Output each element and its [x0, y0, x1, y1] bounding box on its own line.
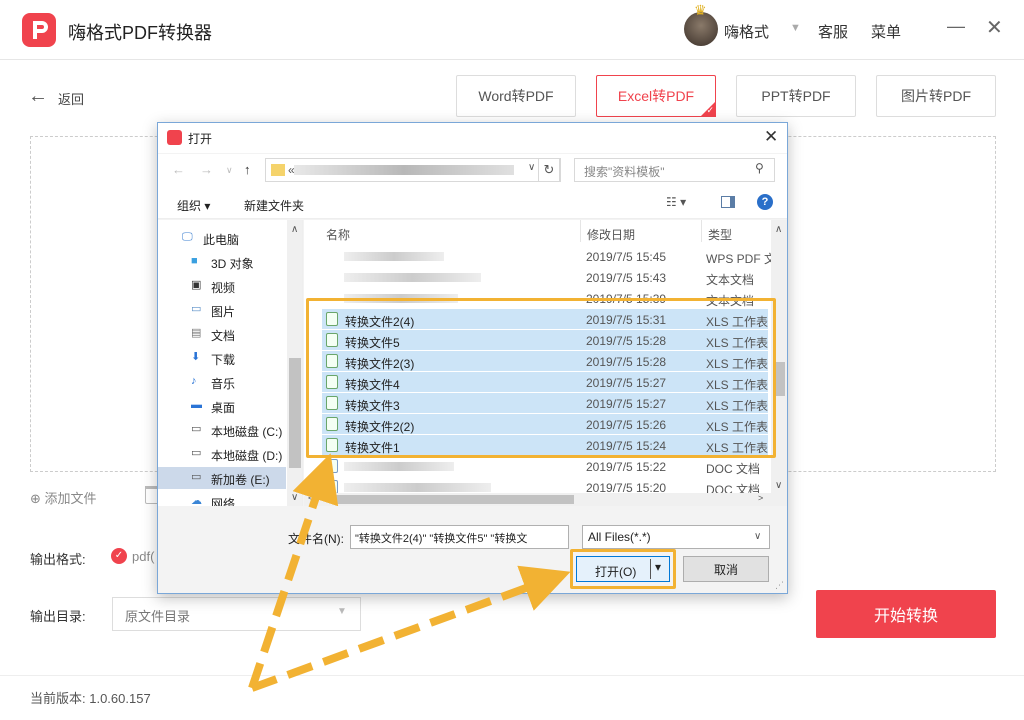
- arrow-to-open: [250, 565, 571, 692]
- annotation-arrows: [248, 453, 571, 692]
- arrow-to-files: [248, 453, 339, 690]
